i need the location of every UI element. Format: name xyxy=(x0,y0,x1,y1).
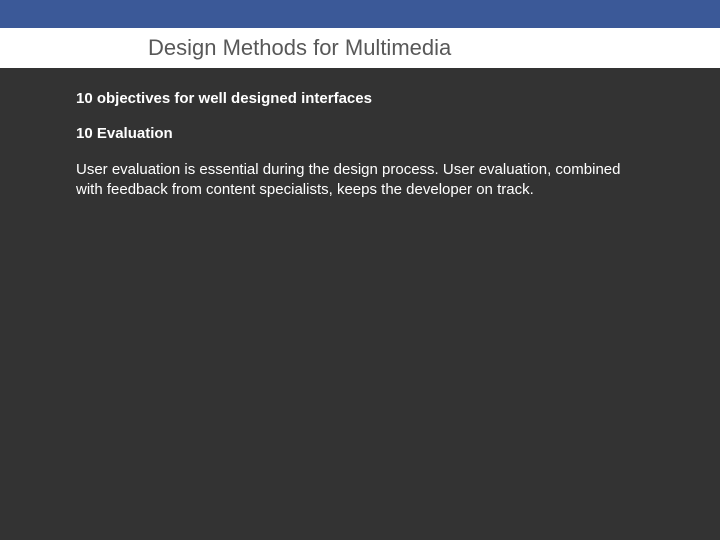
subsection-heading: 10 Evaluation xyxy=(76,125,656,142)
top-accent-bar xyxy=(0,0,720,28)
title-bar: Design Methods for Multimedia xyxy=(0,28,720,68)
section-heading: 10 objectives for well designed interfac… xyxy=(76,90,656,107)
body-paragraph: User evaluation is essential during the … xyxy=(76,160,636,201)
content-area: 10 objectives for well designed interfac… xyxy=(0,68,720,201)
page-title: Design Methods for Multimedia xyxy=(148,35,451,61)
